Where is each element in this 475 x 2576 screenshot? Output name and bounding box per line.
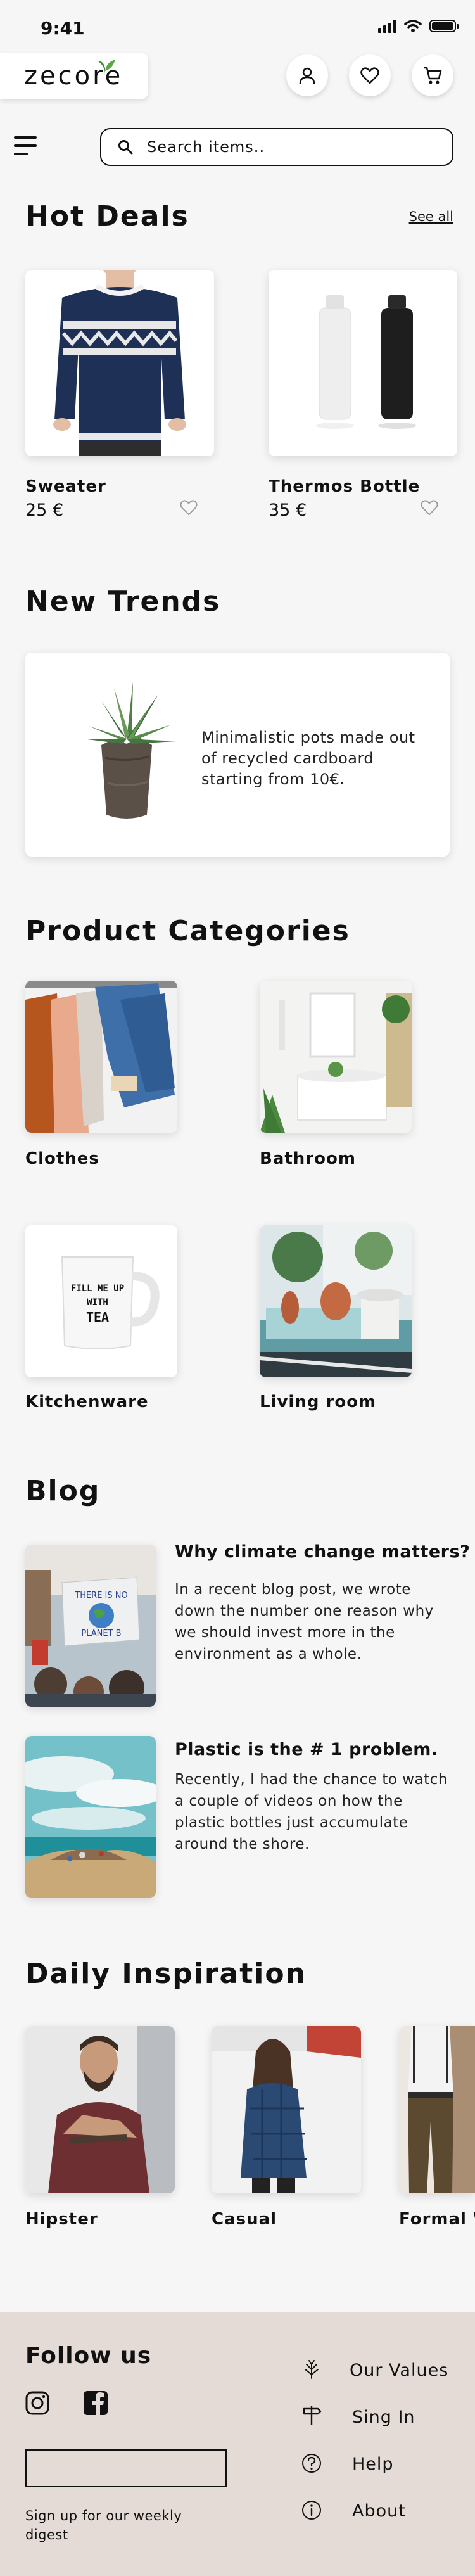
- blog-image-climate[interactable]: THERE IS NO PLANET B: [25, 1545, 156, 1707]
- user-icon: [299, 67, 315, 84]
- category-card-bathroom[interactable]: [260, 981, 412, 1133]
- blog-post-title[interactable]: Why climate change matters?: [175, 1542, 470, 1562]
- leaf-icon: [98, 60, 115, 75]
- wishlist-button[interactable]: [349, 54, 391, 96]
- mug-text-line: WITH: [87, 1298, 108, 1308]
- protest-sign-text: PLANET B: [81, 1629, 121, 1638]
- casual-image: [212, 2026, 361, 2193]
- follow-us-heading: Follow us: [25, 2343, 152, 2369]
- help-icon: [302, 2454, 321, 2473]
- product-name: Thermos Bottle: [269, 477, 421, 496]
- new-trends-title: New Trends: [25, 585, 221, 618]
- sweater-image: [25, 270, 214, 456]
- clothes-image: [25, 981, 177, 1133]
- search-icon: [118, 140, 133, 155]
- protest-sign-text: THERE IS NO: [74, 1591, 127, 1600]
- inspiration-label: Formal W: [399, 2210, 475, 2229]
- category-label: Clothes: [25, 1149, 99, 1168]
- climate-protest-image: THERE IS NO PLANET B: [25, 1545, 156, 1707]
- product-name: Sweater: [25, 477, 106, 496]
- footer-link-help[interactable]: Help: [352, 2454, 394, 2474]
- mug-text-line: TEA: [86, 1310, 109, 1325]
- inspiration-card-casual[interactable]: [212, 2026, 361, 2193]
- category-card-clothes[interactable]: [25, 981, 177, 1133]
- inspiration-card-hipster[interactable]: [25, 2026, 175, 2193]
- category-label: Kitchenware: [25, 1393, 149, 1412]
- categories-title: Product Categories: [25, 915, 350, 947]
- inspiration-label: Casual: [212, 2210, 277, 2229]
- cart-button[interactable]: [412, 54, 453, 96]
- logo[interactable]: zecore: [0, 53, 148, 99]
- thermos-bottle-image: [269, 270, 457, 456]
- blog-post-body: In a recent blog post, we wrote down the…: [175, 1581, 434, 1662]
- formal-wear-image: [399, 2026, 475, 2193]
- heart-icon: [360, 67, 379, 84]
- account-button[interactable]: [286, 54, 328, 96]
- blog-image-plastic[interactable]: [25, 1736, 156, 1898]
- menu-button[interactable]: [14, 136, 37, 155]
- mug-image: FILL ME UP WITH TEA: [25, 1225, 177, 1377]
- product-price: 35 €: [269, 501, 307, 520]
- bathroom-image: [260, 981, 412, 1133]
- status-icons: [378, 19, 459, 33]
- signpost-icon: [303, 2406, 322, 2425]
- battery-icon: [429, 20, 459, 32]
- trend-card[interactable]: Minimalistic pots made out of recycled c…: [25, 653, 450, 857]
- see-all-link[interactable]: See all: [409, 209, 453, 224]
- footer-link-our-values[interactable]: Our Values: [350, 2361, 448, 2380]
- living-room-image: [260, 1225, 412, 1377]
- hot-deals-title: Hot Deals: [25, 200, 189, 233]
- instagram-icon[interactable]: [25, 2391, 49, 2415]
- inspiration-label: Hipster: [25, 2210, 98, 2229]
- product-card-thermos[interactable]: [269, 270, 457, 456]
- status-time: 9:41: [41, 18, 85, 39]
- footer: Follow us Sign up for our weekly digest …: [0, 2312, 475, 2576]
- category-label: Bathroom: [260, 1149, 356, 1168]
- signal-icon: [378, 19, 396, 33]
- info-icon: [302, 2501, 321, 2520]
- wifi-icon: [404, 20, 422, 32]
- inspiration-title: Daily Inspiration: [25, 1958, 307, 1990]
- category-card-kitchenware[interactable]: FILL ME UP WITH TEA: [25, 1225, 177, 1377]
- cart-icon: [424, 67, 442, 84]
- favorite-heart-icon[interactable]: [421, 499, 438, 516]
- footer-link-sign-in[interactable]: Sing In: [352, 2407, 415, 2427]
- plastic-shore-image: [25, 1736, 156, 1898]
- product-price: 25 €: [25, 501, 64, 520]
- blog-post-body: Recently, I had the chance to watch a co…: [175, 1771, 448, 1852]
- favorite-heart-icon[interactable]: [180, 499, 198, 516]
- inspiration-card-formal[interactable]: [399, 2026, 475, 2193]
- hipster-image: [25, 2026, 175, 2193]
- blog-post-title[interactable]: Plastic is the # 1 problem.: [175, 1740, 438, 1759]
- facebook-icon[interactable]: [84, 2391, 108, 2415]
- newsletter-email-input[interactable]: [25, 2449, 227, 2487]
- blog-title: Blog: [25, 1475, 101, 1507]
- category-card-living-room[interactable]: [260, 1225, 412, 1377]
- plant-values-icon: [305, 2360, 319, 2379]
- product-card-sweater[interactable]: [25, 270, 214, 456]
- mug-text-line: FILL ME UP: [71, 1284, 124, 1294]
- search-bar[interactable]: [100, 128, 453, 166]
- category-label: Living room: [260, 1393, 377, 1412]
- potted-plant-image: [82, 682, 176, 819]
- search-input[interactable]: [147, 138, 413, 156]
- trend-description: Minimalistic pots made out of recycled c…: [201, 729, 415, 788]
- footer-link-about[interactable]: About: [352, 2501, 406, 2521]
- newsletter-label: Sign up for our weekly digest: [25, 2508, 182, 2542]
